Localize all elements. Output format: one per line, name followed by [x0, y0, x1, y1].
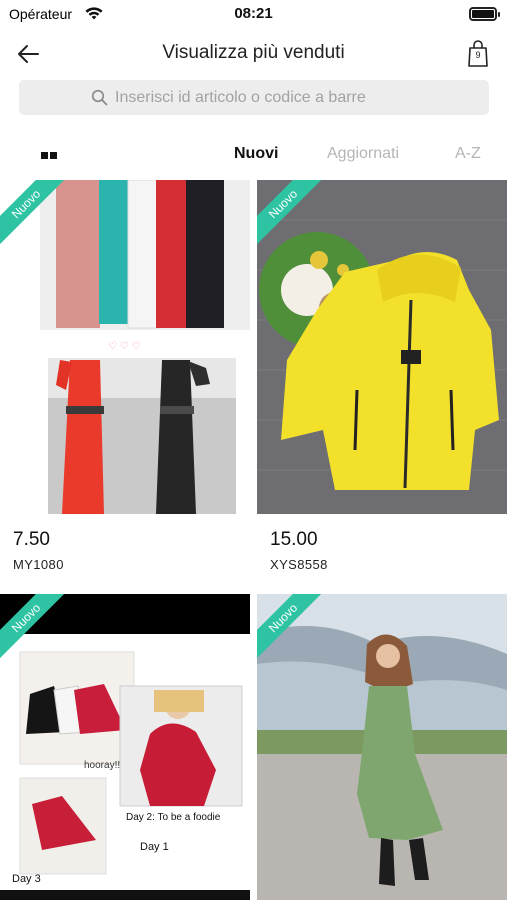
tab-aggiornati[interactable]: Aggiornati: [327, 145, 399, 163]
back-button[interactable]: [12, 38, 48, 70]
tab-nuovi[interactable]: Nuovi: [234, 145, 278, 163]
nav-bar: Visualizza più venduti 9: [0, 32, 507, 76]
status-bar: Opérateur 08:21: [0, 0, 507, 30]
product-price: 7.50: [13, 529, 50, 550]
product-image: ♡ ♡ ♡: [0, 180, 250, 514]
product-image: [257, 594, 507, 900]
search-bar[interactable]: [19, 80, 489, 115]
grid-icon-cell: [50, 152, 57, 159]
product-card[interactable]: Nuovo 15.00 XYS8558: [257, 180, 507, 590]
product-card[interactable]: Nuovo: [257, 594, 507, 900]
svg-text:Day 2: To be a foodie: Day 2: To be a foodie: [126, 812, 221, 823]
product-image: Day 1 hooray!! Day 2: To be a foodie Day…: [0, 594, 250, 900]
product-image: [257, 180, 507, 514]
product-card[interactable]: Day 1 hooray!! Day 2: To be a foodie Day…: [0, 594, 250, 900]
product-grid: ♡ ♡ ♡ Nuovo 7.50 MY1080 Nuovo 15.00 XYS8…: [0, 180, 507, 900]
product-sku: XYS8558: [270, 557, 328, 572]
svg-text:Day 1: Day 1: [140, 841, 169, 853]
tab-a-z[interactable]: A-Z: [455, 145, 481, 163]
page-title: Visualizza più venduti: [162, 42, 345, 63]
svg-text:Day 3: Day 3: [12, 873, 41, 885]
search-input[interactable]: [115, 80, 475, 115]
search-icon: [91, 89, 108, 106]
battery-icon: [469, 7, 500, 21]
product-price: 15.00: [270, 529, 318, 550]
cart-button[interactable]: 9: [463, 38, 493, 70]
sort-bar: Nuovi Aggiornati A-Z: [0, 128, 507, 180]
grid-icon: [41, 152, 48, 159]
grid-layout-toggle[interactable]: [41, 152, 59, 159]
svg-text:♡ ♡ ♡: ♡ ♡ ♡: [108, 341, 140, 352]
status-time: 08:21: [234, 5, 273, 22]
arrow-left-icon: [18, 45, 39, 63]
product-sku: MY1080: [13, 557, 64, 572]
product-card[interactable]: ♡ ♡ ♡ Nuovo 7.50 MY1080: [0, 180, 250, 590]
svg-text:hooray!!: hooray!!: [84, 760, 120, 771]
cart-count-badge: 9: [475, 50, 481, 60]
